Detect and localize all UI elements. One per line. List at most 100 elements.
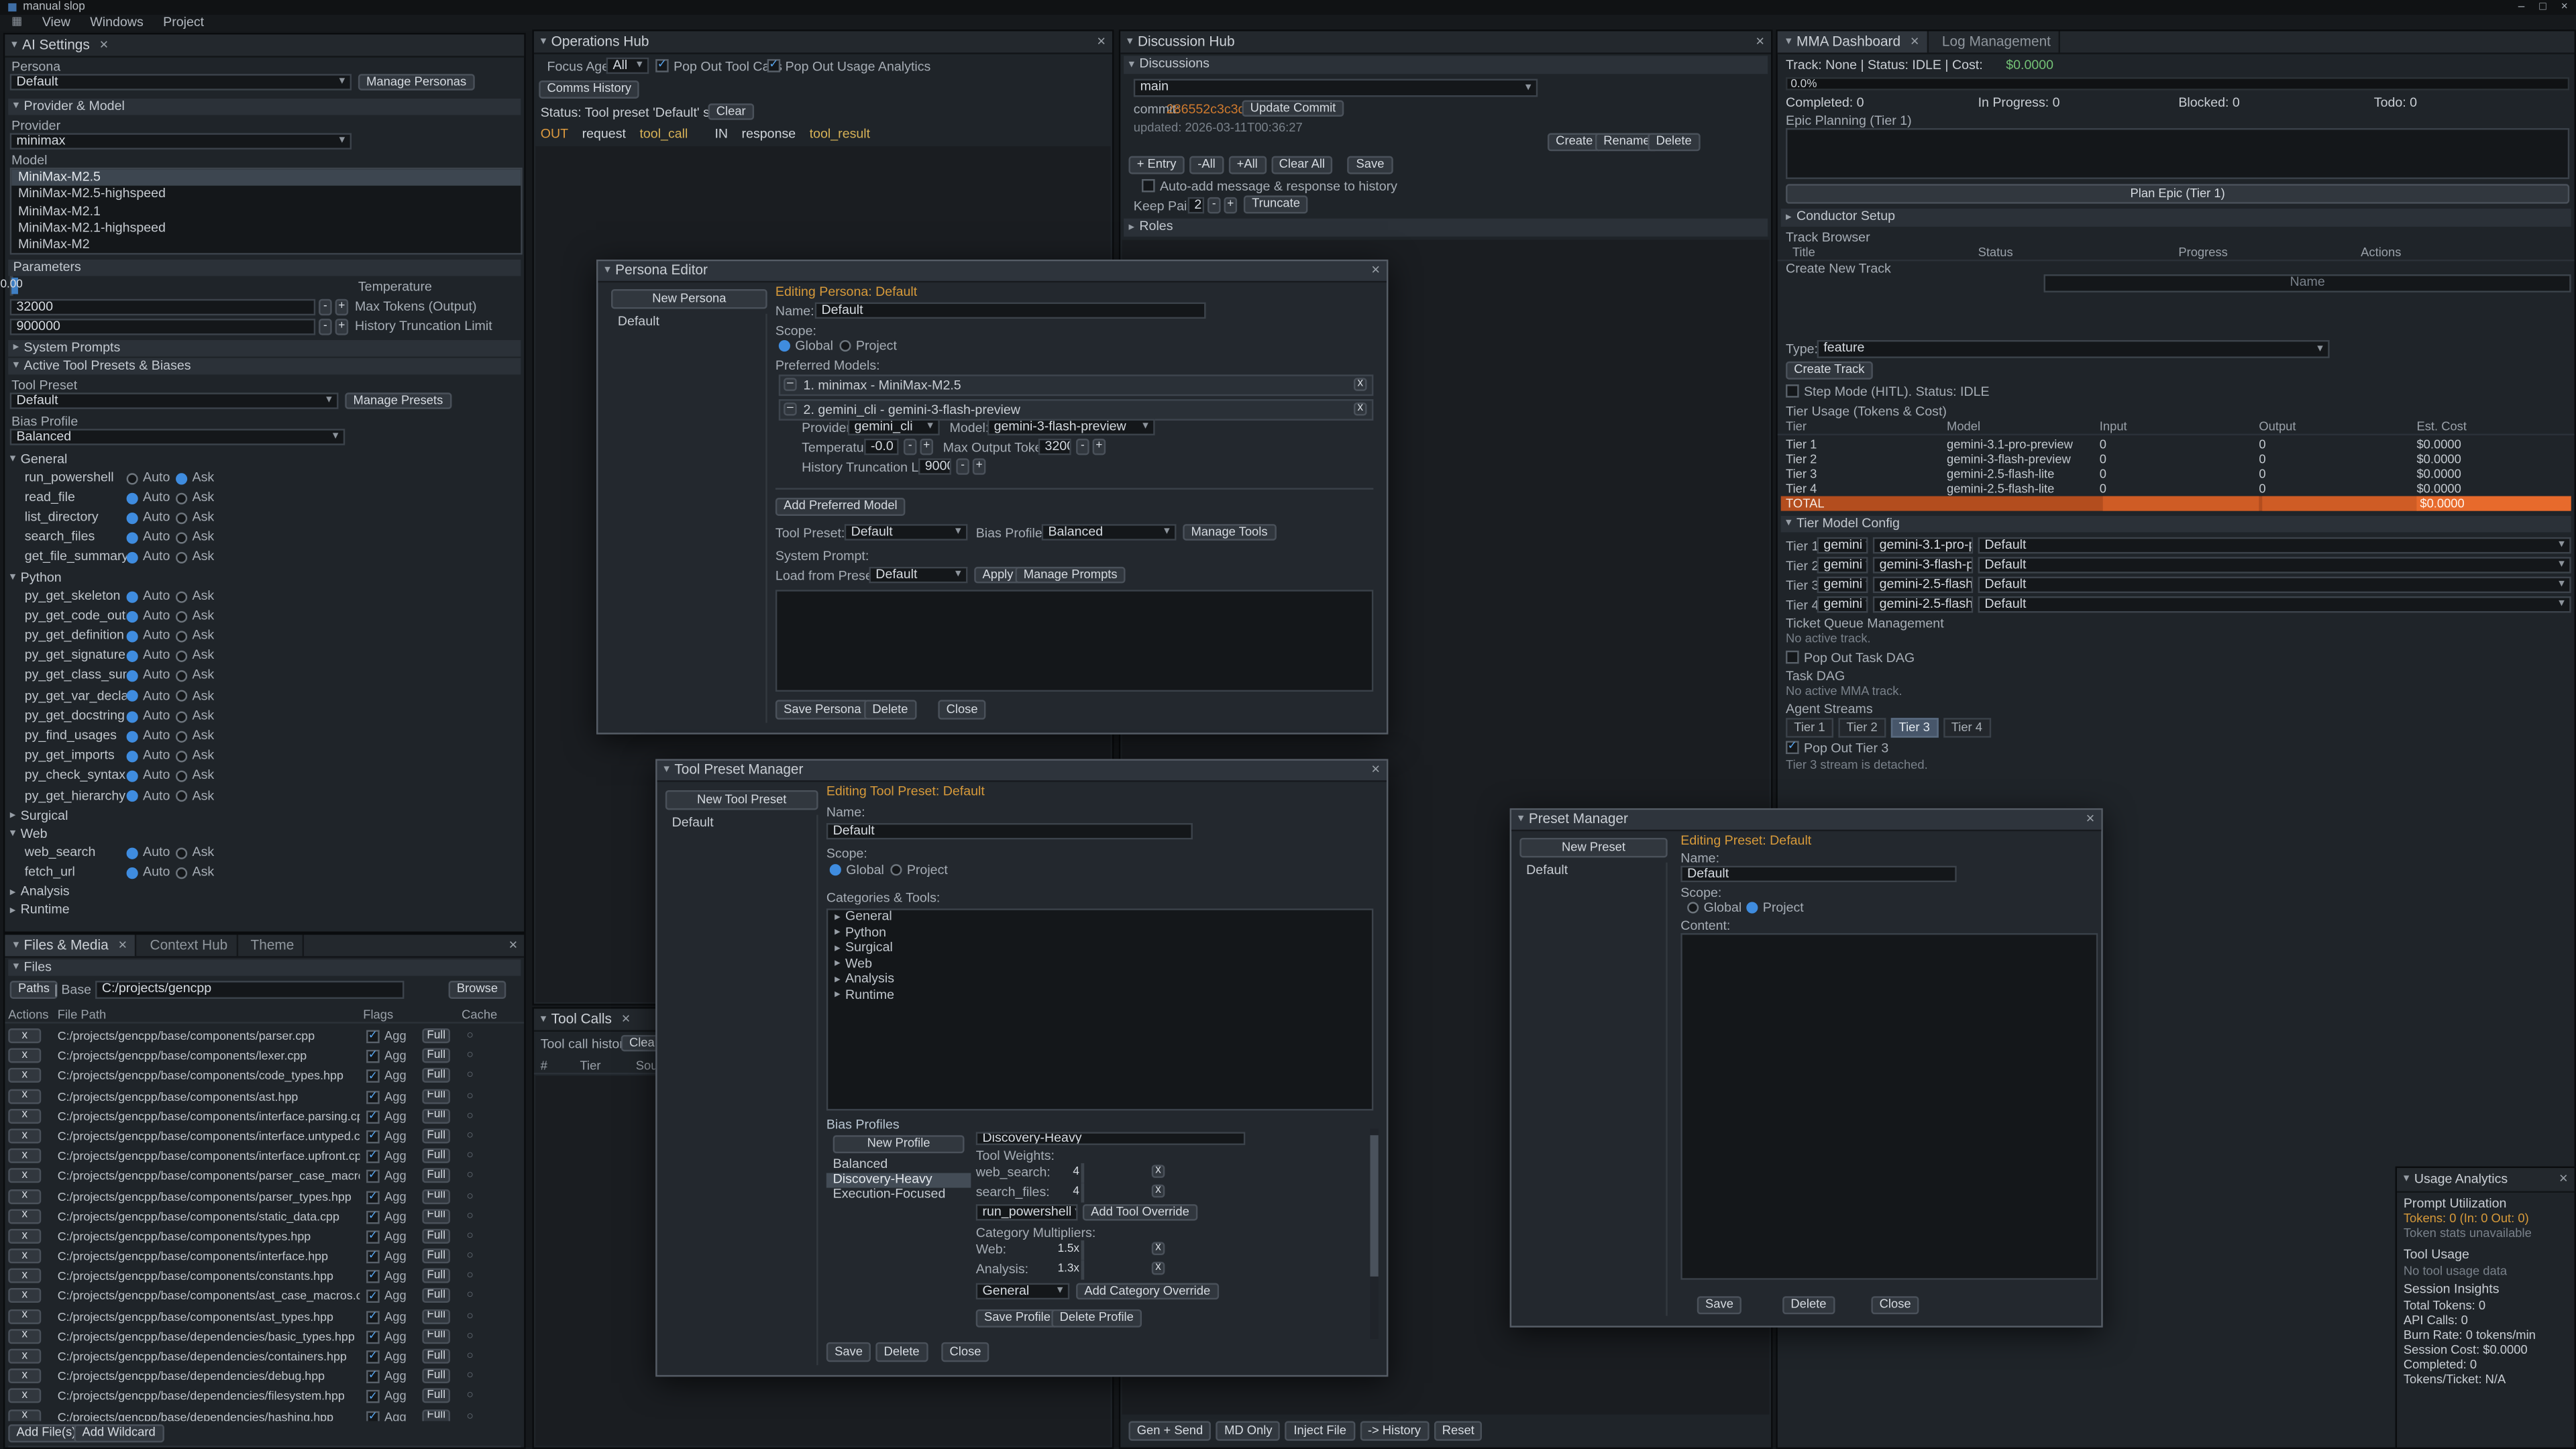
agg-checkbox[interactable]: ✓ [366,1411,380,1421]
add-tool-override-button[interactable]: Add Tool Override [1083,1204,1197,1220]
autoadd-checkbox[interactable]: ✓ [1142,179,1155,193]
pref-provider-dropdown[interactable]: gemini_cli [848,419,940,435]
ask-radio[interactable] [176,590,187,602]
agg-checkbox[interactable]: ✓ [366,1330,380,1344]
preset-content-textarea[interactable] [1680,933,2098,1280]
save-persona-button[interactable]: Save Persona [775,700,869,719]
step-mode-checkbox[interactable]: ✓ [1786,384,1799,398]
popout-tool-calls-checkbox[interactable]: ✓ [655,59,669,72]
tool-group-header[interactable]: ▾Python [5,570,524,586]
full-button[interactable]: Full [422,1349,450,1364]
clear-status-button[interactable]: Clear [708,103,754,119]
full-button[interactable]: Full [422,1229,450,1244]
full-button[interactable]: Full [422,1329,450,1344]
auto-radio[interactable] [127,671,138,682]
delete-discussion-button[interactable]: Delete [1648,133,1700,151]
tree-item[interactable]: ▸Web [828,957,1372,973]
remove-file-button[interactable]: x [8,1329,41,1344]
remove-multiplier-button[interactable]: x [1152,1262,1165,1275]
remove-file-button[interactable]: x [8,1169,41,1183]
close-icon[interactable]: × [1371,762,1380,778]
paths-button[interactable]: Paths [10,981,58,999]
agg-checkbox[interactable]: ✓ [366,1391,380,1404]
bias-profile-item[interactable]: Balanced [826,1159,971,1173]
delete-preset-button[interactable]: Delete [1782,1296,1835,1314]
max-tokens-input[interactable]: 32000 [10,299,316,315]
provider-dropdown[interactable]: minimax [10,133,352,149]
popout-dag-checkbox[interactable]: ✓ [1786,651,1799,664]
tool-preset-item[interactable]: Default [665,815,816,831]
remove-model-button[interactable]: x [1354,402,1367,416]
new-profile-button[interactable]: New Profile [833,1135,965,1153]
close-icon[interactable]: × [622,1011,631,1027]
tool-group-header[interactable]: ▾Web [5,826,524,843]
tree-item[interactable]: ▸Runtime [828,988,1372,1004]
remove-file-button[interactable]: x [8,1069,41,1083]
agg-checkbox[interactable]: ✓ [366,1371,380,1384]
persona-item[interactable]: Default [611,314,765,330]
model-option[interactable]: MiniMax-M2 [11,237,521,254]
pm-scope-project-radio[interactable] [1746,902,1758,913]
tpm-name-input[interactable]: Default [826,823,1193,839]
tier-provider-dropdown[interactable]: gemini [1817,596,1868,612]
update-commit-button[interactable]: Update Commit [1242,100,1344,116]
entry-button[interactable]: +All [1228,156,1266,174]
bias-profile-item[interactable]: Discovery-Heavy [826,1173,971,1188]
parameters-section[interactable]: Parameters [8,260,521,276]
remove-file-button[interactable]: x [8,1269,41,1283]
model-option[interactable]: MiniMax-M2.1 [11,203,521,220]
temperature-slider[interactable]: 0.00 [10,276,13,295]
discussion-action-button[interactable]: Gen + Send [1128,1421,1211,1440]
close-button[interactable]: × [2561,1,2568,14]
tier-preset-dropdown[interactable]: Default [1978,596,2571,612]
close-persona-button[interactable]: Close [938,700,985,719]
persona-name-input[interactable]: Default [815,303,1206,319]
ask-radio[interactable] [176,610,187,622]
tier-provider-dropdown[interactable]: gemini [1817,577,1868,593]
active-presets-section[interactable]: ▾ Active Tool Presets & Biases [8,358,521,374]
collapse-icon[interactable]: ▾ [2404,1173,2410,1186]
close-icon[interactable]: × [1911,34,1919,50]
system-prompt-textarea[interactable] [775,590,1373,692]
comms-history-button[interactable]: Comms History [539,80,639,99]
discussion-dropdown[interactable]: main [1134,79,1538,97]
remove-file-button[interactable]: x [8,1189,41,1203]
agg-checkbox[interactable]: ✓ [366,1350,380,1364]
auto-radio[interactable] [127,553,138,564]
ask-radio[interactable] [176,751,187,762]
multiplier-slider[interactable]: 1.5x [1081,1240,1084,1260]
full-button[interactable]: Full [422,1189,450,1203]
auto-radio[interactable] [127,731,138,742]
new-preset-button[interactable]: New Preset [1519,838,1667,857]
auto-radio[interactable] [127,751,138,762]
override-category-dropdown[interactable]: General [976,1283,1070,1299]
ask-radio[interactable] [176,867,187,879]
full-button[interactable]: Full [422,1368,450,1383]
close-tool-preset-button[interactable]: Close [941,1342,989,1362]
popout-usage-checkbox[interactable]: ✓ [767,59,781,72]
agg-checkbox[interactable]: ✓ [366,1050,380,1063]
history-limit-increment[interactable]: + [335,319,349,335]
remove-file-button[interactable]: x [8,1389,41,1403]
ask-radio[interactable] [176,671,187,682]
temp-decrement[interactable]: - [904,439,917,455]
agg-checkbox[interactable]: ✓ [366,1291,380,1304]
tab-mma-dashboard[interactable]: ▾ MMA Dashboard × [1778,32,1929,53]
profile-name-input[interactable]: Discovery-Heavy [976,1132,1246,1145]
dlg-bias-dropdown[interactable]: Balanced [1042,524,1177,540]
remove-weight-button[interactable]: x [1152,1165,1165,1178]
stream-tab[interactable]: Tier 3 [1890,718,1938,737]
menu-project[interactable]: Project [163,15,204,30]
agg-checkbox[interactable]: ✓ [366,1030,380,1044]
discussion-action-button[interactable]: -> History [1360,1421,1430,1440]
agg-checkbox[interactable]: ✓ [366,1250,380,1264]
remove-multiplier-button[interactable]: x [1152,1242,1165,1255]
auto-radio[interactable] [127,631,138,642]
override-tool-dropdown[interactable]: run_powershell [976,1204,1078,1220]
scope-global-radio[interactable] [779,340,790,352]
discussion-action-button[interactable]: MD Only [1216,1421,1281,1440]
keep-pairs-decrement[interactable]: - [1208,197,1221,213]
full-button[interactable]: Full [422,1089,450,1104]
full-button[interactable]: Full [422,1209,450,1224]
tab-theme[interactable]: Theme [242,934,304,956]
